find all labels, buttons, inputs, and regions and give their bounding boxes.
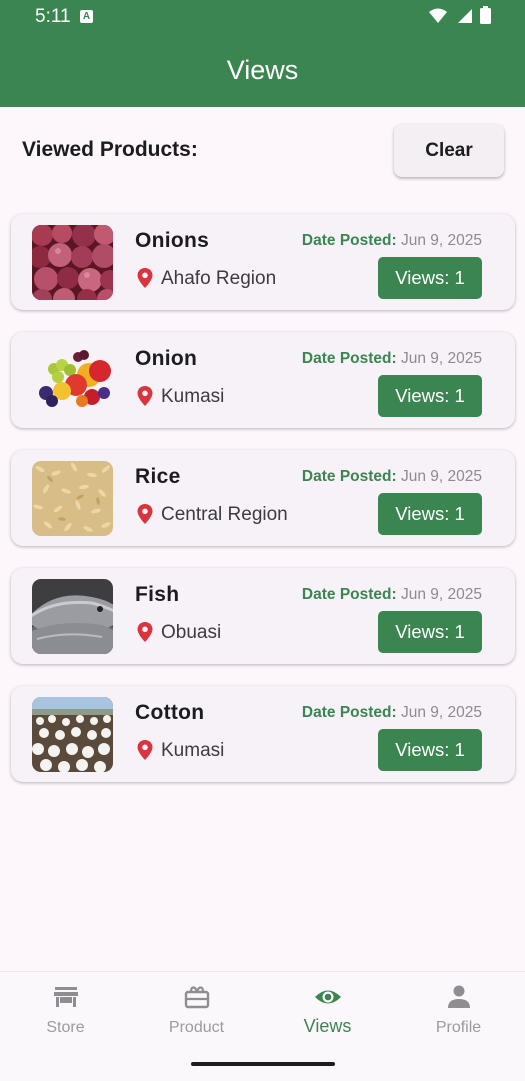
product-card[interactable]: Rice Central Region Date Posted: Jun 9, … — [11, 450, 515, 546]
product-name: Rice — [135, 465, 181, 488]
date-posted-value: Jun 9, 2025 — [400, 704, 482, 721]
signal-icon — [457, 9, 472, 23]
product-name: Fish — [135, 583, 180, 606]
views-count-button[interactable]: Views: 1 — [378, 611, 482, 653]
product-card[interactable]: Onions Ahafo Region Date Posted: Jun 9, … — [11, 214, 515, 310]
location-text: Kumasi — [161, 740, 225, 761]
date-posted-label: Date Posted: — [301, 704, 397, 721]
date-posted: Date Posted: Jun 9, 2025 — [302, 231, 482, 251]
date-posted: Date Posted: Jun 9, 2025 — [302, 703, 482, 723]
date-posted: Date Posted: Jun 9, 2025 — [302, 467, 482, 487]
location-pin-icon — [137, 622, 153, 642]
views-count-button[interactable]: Views: 1 — [378, 375, 482, 417]
location-text: Kumasi — [161, 386, 225, 407]
nav-item-store[interactable]: Store — [0, 972, 131, 1052]
views-count-button[interactable]: Views: 1 — [378, 493, 482, 535]
location-text: Ahafo Region — [161, 268, 277, 289]
notification-badge: A — [80, 10, 93, 23]
product-image-fish — [32, 579, 113, 654]
store-icon — [54, 987, 78, 1007]
product-image-fruits — [32, 343, 113, 418]
date-posted-label: Date Posted: — [301, 350, 397, 367]
product-name: Cotton — [135, 701, 205, 724]
nav-item-views[interactable]: Views — [262, 972, 393, 1052]
wifi-icon — [429, 8, 448, 23]
home-indicator[interactable] — [191, 1062, 335, 1066]
date-posted: Date Posted: Jun 9, 2025 — [302, 585, 482, 605]
product-name: Onion — [135, 347, 198, 370]
product-image-onions — [32, 225, 113, 300]
product-name: Onions — [135, 229, 210, 252]
date-posted-value: Jun 9, 2025 — [400, 586, 482, 603]
views-count-button[interactable]: Views: 1 — [378, 257, 482, 299]
product-card[interactable]: Fish Obuasi Date Posted: Jun 9, 2025 Vie… — [11, 568, 515, 664]
location-pin-icon — [137, 740, 153, 760]
status-icons — [425, 6, 491, 26]
nav-label: Store — [46, 1019, 85, 1036]
product-image-rice — [32, 461, 113, 536]
status-time: 5:11 — [35, 6, 71, 27]
date-posted-value: Jun 9, 2025 — [400, 232, 482, 249]
product-icon — [184, 986, 210, 1009]
date-posted-value: Jun 9, 2025 — [400, 468, 482, 485]
date-posted: Date Posted: Jun 9, 2025 — [302, 349, 482, 369]
location-text: Central Region — [161, 504, 288, 525]
nav-item-product[interactable]: Product — [131, 972, 262, 1052]
app-bar: 5:11 A Views — [0, 0, 525, 107]
location-pin-icon — [137, 268, 153, 288]
views-count-button[interactable]: Views: 1 — [378, 729, 482, 771]
date-posted-label: Date Posted: — [301, 232, 397, 249]
viewed-products-label: Viewed Products: — [22, 138, 198, 161]
product-card[interactable]: Cotton Kumasi Date Posted: Jun 9, 2025 V… — [11, 686, 515, 782]
status-bar: 5:11 A — [0, 0, 525, 32]
date-posted-value: Jun 9, 2025 — [400, 350, 482, 367]
nav-item-profile[interactable]: Profile — [393, 972, 524, 1052]
nav-label: Profile — [435, 1019, 482, 1036]
date-posted-label: Date Posted: — [301, 468, 397, 485]
eye-icon — [315, 990, 341, 1004]
product-list: Onions Ahafo Region Date Posted: Jun 9, … — [11, 214, 515, 804]
product-card[interactable]: Onion Kumasi Date Posted: Jun 9, 2025 Vi… — [11, 332, 515, 428]
location-pin-icon — [137, 386, 153, 406]
date-posted-label: Date Posted: — [301, 586, 397, 603]
location-pin-icon — [137, 504, 153, 524]
clear-button[interactable]: Clear — [394, 124, 504, 177]
nav-label: Views — [303, 1016, 352, 1036]
nav-label: Product — [168, 1019, 225, 1036]
page-title: Views — [226, 55, 299, 85]
location-text: Obuasi — [161, 622, 222, 643]
battery-icon — [480, 6, 491, 24]
product-image-cotton — [32, 697, 113, 772]
person-icon — [448, 985, 470, 1008]
